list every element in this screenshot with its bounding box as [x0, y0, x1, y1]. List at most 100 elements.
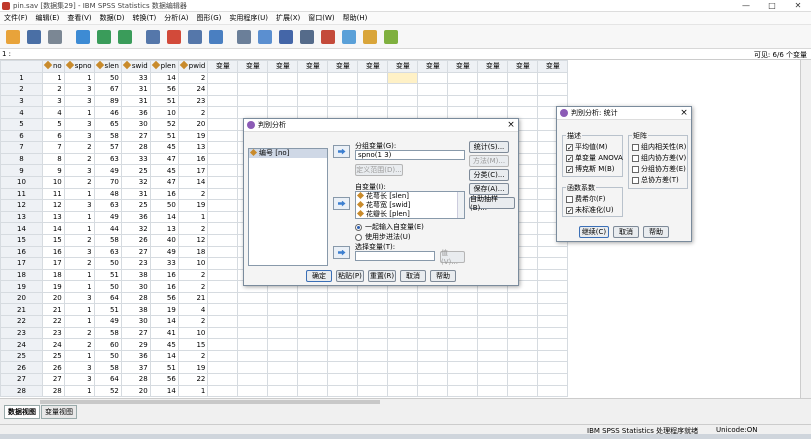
- split-file-button[interactable]: [298, 28, 316, 46]
- minimize-button[interactable]: —: [733, 0, 759, 12]
- empty-cell[interactable]: [477, 349, 509, 363]
- empty-variable-header[interactable]: 变量: [447, 60, 479, 73]
- data-cell[interactable]: 21: [177, 291, 209, 305]
- empty-cell[interactable]: [447, 373, 479, 386]
- empty-cell[interactable]: [207, 326, 239, 340]
- empty-cell[interactable]: [357, 303, 389, 317]
- weight-cases-button[interactable]: [319, 28, 337, 46]
- data-cell[interactable]: 51: [149, 94, 179, 108]
- empty-cell[interactable]: [327, 71, 359, 85]
- empty-cell[interactable]: [357, 71, 389, 85]
- data-cell[interactable]: 51: [149, 361, 179, 375]
- data-cell[interactable]: 89: [93, 94, 122, 108]
- data-cell[interactable]: 51: [149, 129, 179, 143]
- column-header-spno[interactable]: spno: [63, 60, 95, 73]
- data-cell[interactable]: 2: [177, 268, 209, 282]
- empty-cell[interactable]: [447, 83, 479, 96]
- empty-cell[interactable]: [417, 71, 449, 85]
- data-cell[interactable]: 16: [149, 280, 179, 293]
- horizontal-scrollbar[interactable]: [0, 398, 811, 405]
- empty-cell[interactable]: [207, 199, 239, 212]
- data-cell[interactable]: 1: [177, 210, 209, 224]
- menu-analyze[interactable]: 分析(A): [160, 13, 192, 23]
- empty-variable-header[interactable]: 变量: [507, 60, 539, 73]
- data-cell[interactable]: 5: [42, 117, 65, 131]
- data-cell[interactable]: 22: [177, 373, 209, 386]
- empty-cell[interactable]: [237, 384, 269, 398]
- empty-cell[interactable]: [207, 280, 239, 293]
- empty-cell[interactable]: [417, 291, 449, 305]
- column-header-pwid[interactable]: pwid: [177, 60, 209, 73]
- menu-edit[interactable]: 编辑(E): [32, 13, 64, 23]
- data-cell[interactable]: 7: [42, 141, 65, 154]
- empty-cell[interactable]: [507, 83, 539, 96]
- data-cell[interactable]: 46: [93, 106, 122, 119]
- data-cell[interactable]: 3: [63, 94, 95, 108]
- empty-cell[interactable]: [237, 291, 269, 305]
- data-cell[interactable]: 18: [177, 245, 209, 259]
- empty-cell[interactable]: [297, 71, 329, 85]
- data-cell[interactable]: 33: [149, 257, 179, 270]
- data-cell[interactable]: 50: [93, 71, 122, 85]
- data-cell[interactable]: 47: [149, 152, 179, 166]
- data-cell[interactable]: 36: [120, 106, 151, 119]
- empty-cell[interactable]: [297, 291, 329, 305]
- data-cell[interactable]: 14: [149, 349, 179, 363]
- empty-cell[interactable]: [507, 349, 539, 363]
- close-button[interactable]: ✕: [785, 0, 811, 12]
- data-cell[interactable]: 10: [177, 326, 209, 340]
- data-cell[interactable]: 13: [177, 141, 209, 154]
- list-item[interactable]: 花萼长 [slen]: [356, 191, 464, 201]
- empty-variable-header[interactable]: 变量: [237, 60, 269, 73]
- data-cell[interactable]: 48: [93, 187, 122, 201]
- data-cell[interactable]: 27: [120, 326, 151, 340]
- empty-cell[interactable]: [477, 303, 509, 317]
- empty-cell[interactable]: [297, 106, 329, 119]
- data-cell[interactable]: 2: [63, 141, 95, 154]
- total-covariance-checkbox[interactable]: 总协方差(T): [632, 175, 679, 185]
- data-cell[interactable]: 45: [149, 141, 179, 154]
- data-cell[interactable]: 51: [93, 303, 122, 317]
- data-cell[interactable]: 51: [93, 268, 122, 282]
- empty-cell[interactable]: [417, 384, 449, 398]
- data-cell[interactable]: 14: [42, 222, 65, 235]
- empty-cell[interactable]: [357, 315, 389, 328]
- undo-button[interactable]: [95, 28, 113, 46]
- data-cell[interactable]: 3: [63, 199, 95, 212]
- goto-case-button[interactable]: [144, 28, 162, 46]
- move-independents-button[interactable]: [333, 197, 350, 210]
- continue-button[interactable]: 继续(C): [579, 226, 609, 238]
- data-cell[interactable]: 29: [120, 338, 151, 351]
- data-cell[interactable]: 27: [120, 129, 151, 143]
- empty-cell[interactable]: [207, 164, 239, 177]
- empty-cell[interactable]: [207, 373, 239, 386]
- empty-cell[interactable]: [207, 83, 239, 96]
- run-descriptives-button[interactable]: [207, 28, 225, 46]
- empty-cell[interactable]: [387, 106, 419, 119]
- empty-cell[interactable]: [297, 94, 329, 108]
- row-number[interactable]: 12: [0, 199, 43, 212]
- print-button[interactable]: [46, 28, 64, 46]
- cancel-button[interactable]: 取消: [613, 226, 639, 238]
- use-stepwise-radio[interactable]: 使用步进法(U): [355, 232, 411, 242]
- data-cell[interactable]: 11: [42, 187, 65, 201]
- data-cell[interactable]: 19: [177, 199, 209, 212]
- empty-cell[interactable]: [537, 268, 569, 282]
- empty-cell[interactable]: [267, 384, 299, 398]
- row-number[interactable]: 24: [0, 338, 43, 351]
- empty-cell[interactable]: [417, 106, 449, 119]
- data-cell[interactable]: 22: [42, 315, 65, 328]
- data-cell[interactable]: 12: [177, 233, 209, 247]
- data-cell[interactable]: 19: [42, 280, 65, 293]
- close-icon[interactable]: ×: [504, 120, 518, 130]
- empty-cell[interactable]: [477, 291, 509, 305]
- empty-cell[interactable]: [417, 94, 449, 108]
- empty-cell[interactable]: [507, 373, 539, 386]
- empty-cell[interactable]: [207, 210, 239, 224]
- redo-button[interactable]: [116, 28, 134, 46]
- statistics-button[interactable]: 统计(S)...: [469, 141, 509, 153]
- menu-extensions[interactable]: 扩展(X): [272, 13, 304, 23]
- data-cell[interactable]: 4: [177, 303, 209, 317]
- empty-variable-header[interactable]: 变量: [267, 60, 299, 73]
- empty-cell[interactable]: [447, 291, 479, 305]
